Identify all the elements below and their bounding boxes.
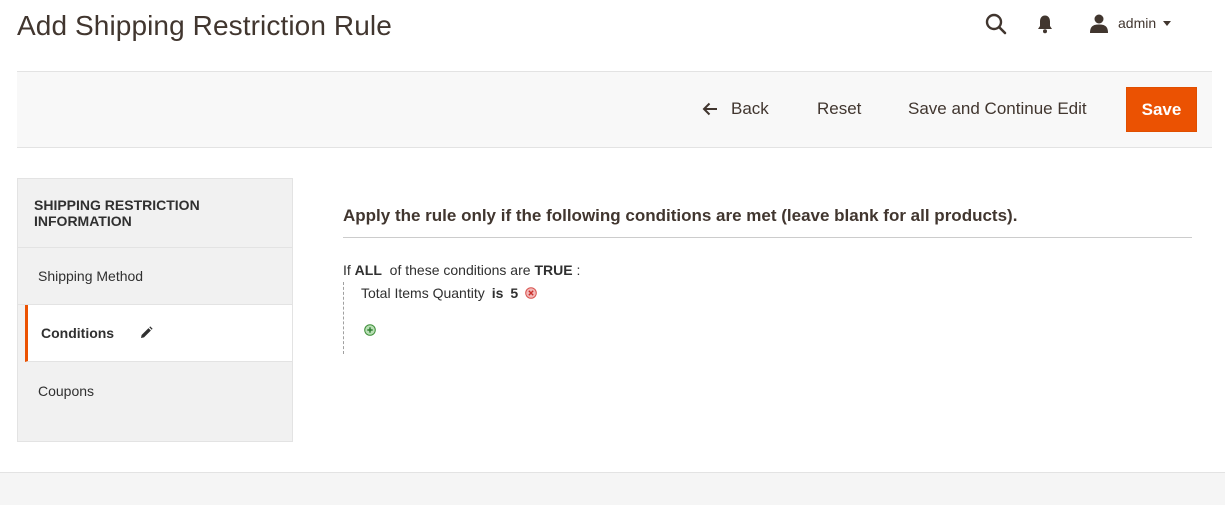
sidebar-item-coupons[interactable]: Coupons — [18, 362, 292, 419]
conditions-panel: Apply the rule only if the following con… — [343, 195, 1192, 354]
user-menu[interactable]: admin — [1089, 10, 1172, 36]
condition-value[interactable]: 5 — [510, 285, 518, 301]
condition-root: If ALL of these conditions are TRUE : — [343, 262, 1192, 278]
value-select[interactable]: TRUE — [534, 262, 572, 278]
page-title: Add Shipping Restriction Rule — [17, 10, 392, 41]
condition-prefix: If — [343, 262, 351, 278]
chevron-down-icon — [1163, 20, 1172, 26]
conditions-heading: Apply the rule only if the following con… — [343, 195, 1192, 238]
user-icon — [1090, 14, 1108, 33]
sidebar-item-label: Conditions — [41, 325, 115, 341]
condition-rule: Total Items Quantity is 5 — [361, 282, 1192, 304]
condition-attribute: Total Items Quantity — [361, 285, 485, 301]
condition-middle-text: of these conditions are — [389, 262, 531, 278]
remove-condition-icon[interactable] — [525, 287, 538, 299]
footer — [0, 472, 1225, 505]
sidebar-item-shipping-method[interactable]: Shipping Method — [18, 248, 292, 305]
search-icon[interactable] — [984, 12, 1008, 36]
aggregator-select[interactable]: ALL — [355, 262, 382, 278]
add-condition-icon[interactable] — [364, 324, 376, 336]
pencil-icon — [141, 326, 153, 338]
condition-list: Total Items Quantity is 5 — [343, 282, 1192, 354]
arrow-left-icon — [702, 102, 717, 116]
save-and-continue-button[interactable]: Save and Continue Edit — [908, 99, 1087, 119]
back-button-label: Back — [731, 99, 769, 118]
sidebar-title: Shipping Restriction Information — [18, 179, 292, 248]
bell-icon[interactable] — [1036, 14, 1054, 34]
sidebar-item-label: Shipping Method — [38, 268, 144, 284]
condition-operator[interactable]: is — [492, 285, 504, 301]
sidebar-item-label: Coupons — [38, 382, 95, 399]
back-button[interactable]: Back — [702, 99, 769, 119]
reset-button[interactable]: Reset — [817, 99, 861, 119]
sidebar: Shipping Restriction Information Shippin… — [17, 178, 293, 442]
sidebar-item-conditions[interactable]: Conditions — [25, 305, 292, 362]
page-actions-bar: Back Reset Save and Continue Edit Save — [17, 71, 1212, 148]
condition-suffix: : — [576, 262, 581, 278]
save-button[interactable]: Save — [1126, 87, 1197, 132]
user-name: admin — [1118, 15, 1157, 31]
